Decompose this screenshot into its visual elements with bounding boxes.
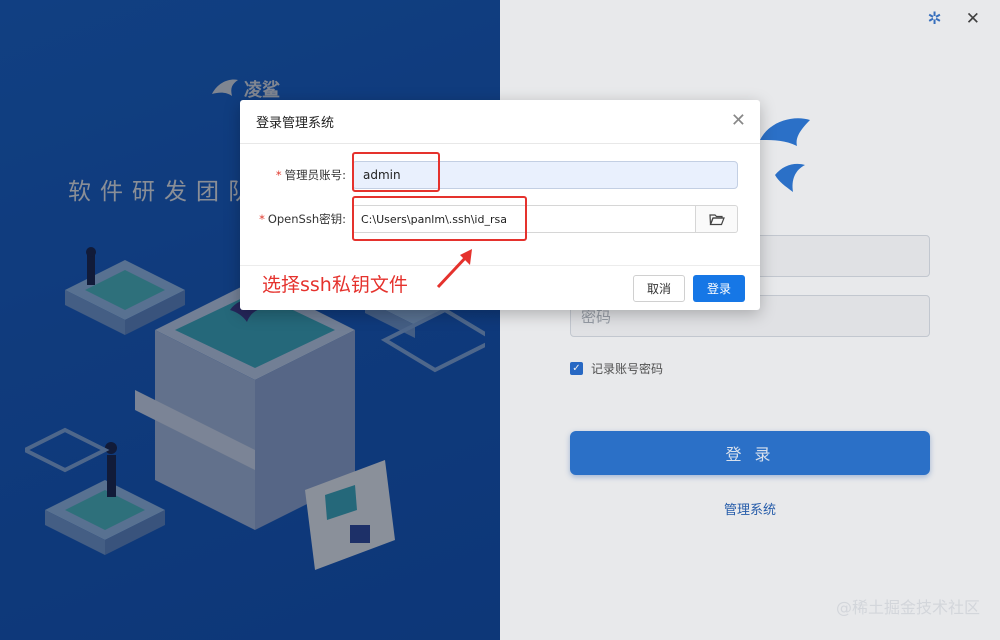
watermark: @稀土掘金技术社区	[835, 598, 980, 617]
left-banner: 凌鲨 软件研发团队	[0, 0, 500, 640]
login-panel: ✲ ✕ 密码 ✓ 记录账号密码 登 录 管理系统 @稀土掘金技术社区	[500, 0, 1000, 640]
key-label-text: OpenSsh密钥:	[267, 212, 346, 226]
admin-row: * 管理员账号: admin	[240, 161, 760, 189]
admin-label-text: 管理员账号:	[284, 168, 346, 182]
key-highlight-box	[352, 196, 527, 241]
admin-highlight-box	[352, 152, 440, 192]
right-overlay	[500, 0, 1000, 640]
admin-label: * 管理员账号:	[240, 167, 352, 183]
required-mark: *	[259, 212, 265, 226]
annotation-arrow-icon	[436, 249, 472, 289]
dialog-close-icon[interactable]: ✕	[731, 112, 746, 130]
annotation-text: 选择ssh私钥文件	[262, 274, 408, 296]
left-overlay	[0, 0, 500, 640]
confirm-login-button[interactable]: 登录	[693, 275, 745, 302]
dialog-footer-divider	[240, 265, 760, 266]
dialog-title: 登录管理系统	[256, 116, 335, 131]
required-mark: *	[275, 168, 282, 182]
folder-open-icon	[708, 213, 725, 225]
dialog-header: 登录管理系统	[240, 100, 760, 144]
cancel-button[interactable]: 取消	[633, 275, 685, 302]
browse-folder-button[interactable]	[696, 205, 738, 233]
key-label: * OpenSsh密钥:	[240, 211, 352, 227]
